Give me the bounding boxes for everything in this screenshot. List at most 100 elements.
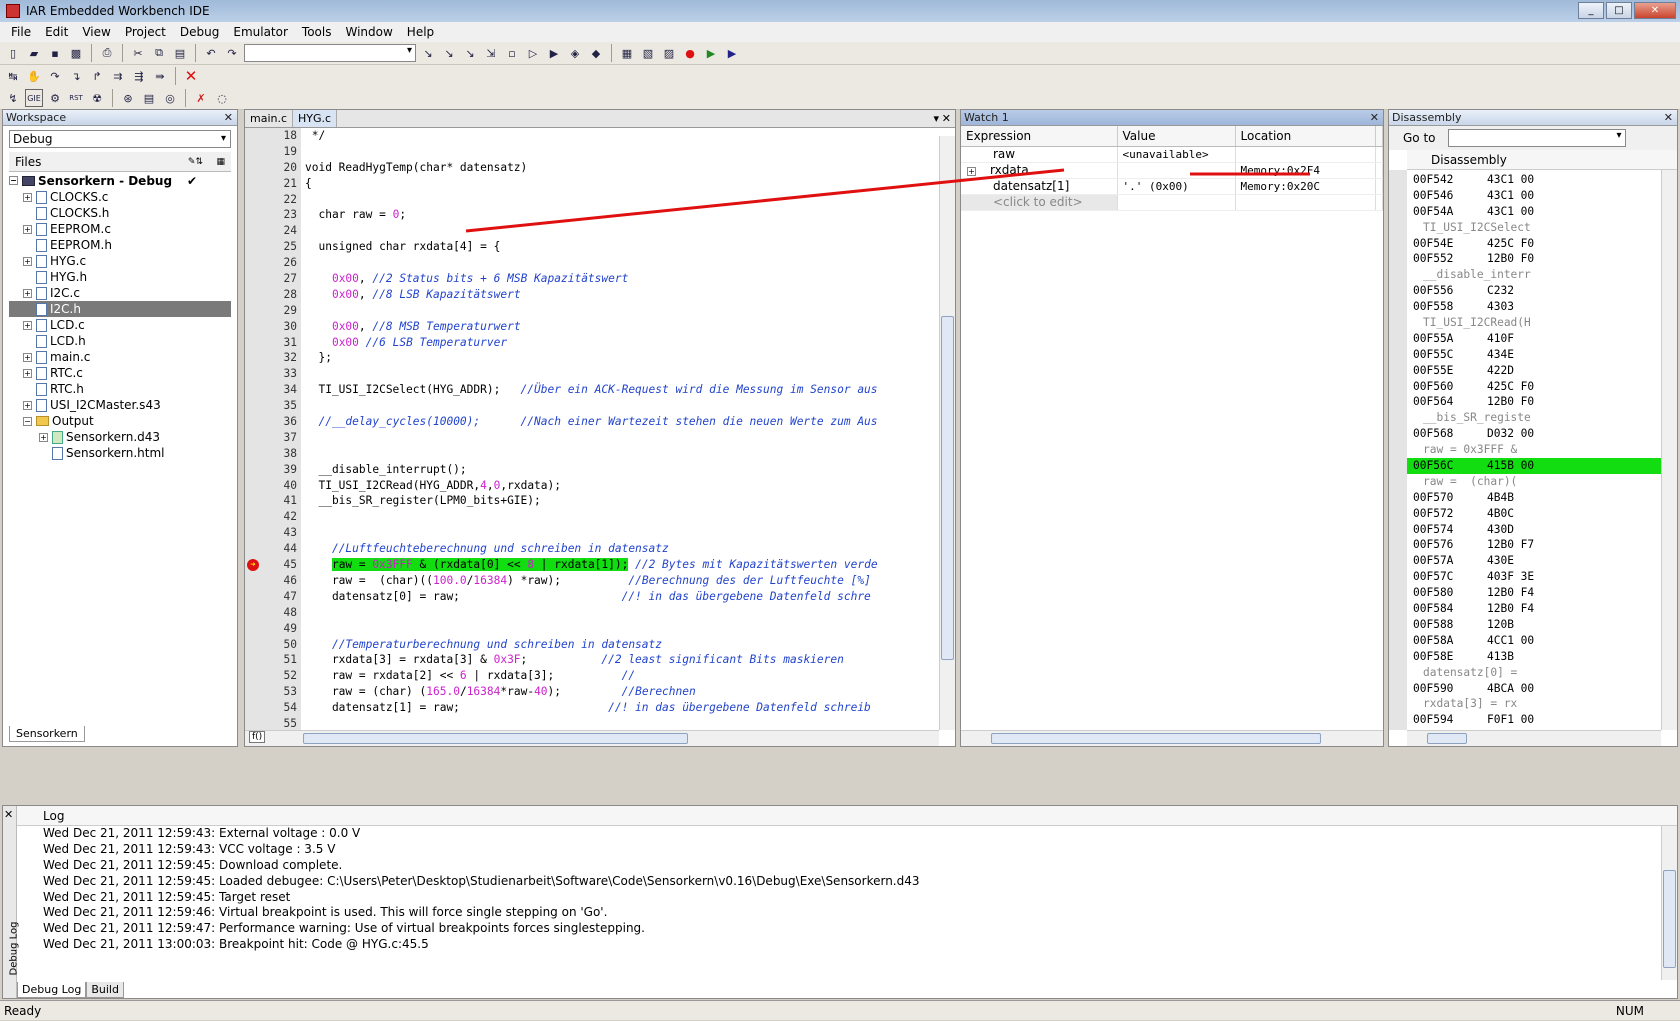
breakpoint-arrow-icon[interactable]: ➔ bbox=[247, 559, 259, 572]
menu-view[interactable]: View bbox=[82, 25, 110, 39]
disassembly-row[interactable]: 00F542 43C1 00 bbox=[1407, 172, 1661, 188]
copy-icon[interactable]: ⧉ bbox=[150, 44, 168, 62]
code-line[interactable]: 53 raw = (char) (165.0/16384*raw-40); //… bbox=[245, 684, 939, 701]
close-icon[interactable]: ✕ bbox=[942, 112, 951, 125]
file-item[interactable]: EEPROM.h bbox=[9, 237, 231, 253]
disassembly-row[interactable]: 00F55C 434E bbox=[1407, 347, 1661, 363]
chevron-down-icon[interactable]: ▾ bbox=[1616, 130, 1621, 141]
find-next-icon[interactable]: ↘ bbox=[440, 44, 458, 62]
code-line[interactable]: 44 //Luftfeuchteberechnung und schreiben… bbox=[245, 541, 939, 558]
find-combobox[interactable] bbox=[244, 44, 416, 62]
file-item[interactable]: LCD.h bbox=[9, 333, 231, 349]
bookmark-icon[interactable]: ▷ bbox=[524, 44, 542, 62]
code-line[interactable]: 21 { bbox=[245, 175, 939, 192]
code-line[interactable]: 32 }; bbox=[245, 350, 939, 367]
disassembly-row[interactable]: rxdata[3] = rx bbox=[1407, 696, 1661, 712]
stop-debugging-icon[interactable]: ✕ bbox=[182, 67, 200, 85]
menu-debug[interactable]: Debug bbox=[180, 25, 219, 39]
disassembly-row[interactable]: datensatz[0] = bbox=[1407, 665, 1661, 681]
cut-icon[interactable]: ✂ bbox=[129, 44, 147, 62]
col-location[interactable]: Location bbox=[1235, 126, 1376, 147]
disassembly-row[interactable]: 00F574 430D bbox=[1407, 522, 1661, 538]
watch-expr[interactable]: datensatz[1] bbox=[961, 178, 1118, 195]
watch-row-rxdata[interactable]: + rxdata Memory:0x2F4 bbox=[961, 162, 1383, 179]
breakpoint-icon[interactable]: ● bbox=[681, 44, 699, 62]
tab-hyg-c[interactable]: HYG.c bbox=[293, 110, 338, 127]
watch-expr[interactable]: rxdata bbox=[990, 163, 1029, 177]
paste-icon[interactable]: ▤ bbox=[171, 44, 189, 62]
run-to-cursor-icon[interactable]: ⇶ bbox=[130, 67, 148, 85]
disassembly-row[interactable]: TI_USI_I2CRead(H bbox=[1407, 315, 1661, 331]
break-icon[interactable]: ✋ bbox=[25, 67, 43, 85]
disassembly-row[interactable]: 00F580 12B0 F4 bbox=[1407, 585, 1661, 601]
options-icon[interactable]: ▦ bbox=[216, 152, 225, 172]
code-line[interactable]: 26 bbox=[245, 255, 939, 272]
file-item[interactable]: + EEPROM.c bbox=[9, 221, 231, 237]
clear-icon[interactable]: ✗ bbox=[192, 89, 210, 107]
disassembly-row[interactable]: 00F588 120B bbox=[1407, 617, 1661, 633]
expand-icon[interactable]: + bbox=[23, 368, 32, 378]
tab-debug-log[interactable]: Debug Log bbox=[17, 982, 87, 998]
tab-build[interactable]: Build bbox=[86, 982, 124, 998]
expand-icon[interactable]: + bbox=[23, 400, 32, 410]
code-line[interactable]: 45 ➔ raw = 0x3FFF & (rxdata[0] << 8 | rxd… bbox=[245, 557, 939, 573]
file-item[interactable]: HYG.h bbox=[9, 269, 231, 285]
code-line[interactable]: 42 bbox=[245, 509, 939, 526]
watch-row-raw[interactable]: raw <unavailable> bbox=[961, 146, 1383, 163]
code-line[interactable]: 24 bbox=[245, 223, 939, 240]
disassembly-row[interactable]: __disable_interr bbox=[1407, 267, 1661, 283]
menu-help[interactable]: Help bbox=[407, 25, 434, 39]
disassembly-row[interactable]: 00F572 4B0C bbox=[1407, 506, 1661, 522]
watch-value[interactable]: '.' (0x00) bbox=[1117, 178, 1236, 195]
file-item[interactable]: + CLOCKS.c bbox=[9, 189, 231, 205]
disassembly-row[interactable]: 00F584 12B0 F4 bbox=[1407, 601, 1661, 617]
maximize-button[interactable]: □ bbox=[1606, 2, 1632, 19]
expand-icon[interactable]: + bbox=[23, 256, 32, 266]
code-line[interactable]: 40 TI_USI_I2CRead(HYG_ADDR,4,0,rxdata); bbox=[245, 477, 939, 494]
debug-nodownload-icon[interactable]: ▶ bbox=[723, 44, 741, 62]
col-expression[interactable]: Expression bbox=[961, 126, 1118, 147]
disassembly-row[interactable]: __bis_SR_registe bbox=[1407, 410, 1661, 426]
goto-input[interactable]: ▾ bbox=[1447, 129, 1626, 147]
disassembly-hscrollbar[interactable] bbox=[1407, 730, 1661, 746]
goto-icon[interactable]: ▫ bbox=[503, 44, 521, 62]
code-line[interactable]: 41 __bis_SR_register(LPM0_bits+GIE); bbox=[245, 493, 939, 510]
code-area[interactable]: 18 */19 20 void ReadHygTemp(char* datensat… bbox=[245, 128, 939, 730]
code-line[interactable]: 20 void ReadHygTemp(char* datensatz) bbox=[245, 159, 939, 176]
close-icon[interactable]: ✕ bbox=[1664, 110, 1673, 126]
disassembly-row[interactable]: 00F564 12B0 F0 bbox=[1407, 394, 1661, 410]
disassembly-row[interactable]: 00F556 C232 bbox=[1407, 283, 1661, 299]
expand-icon[interactable]: + bbox=[39, 432, 48, 442]
disassembly-row[interactable]: 00F552 12B0 F0 bbox=[1407, 251, 1661, 267]
new-file-icon[interactable]: ▯ bbox=[4, 44, 22, 62]
editor-hscrollbar[interactable]: f() bbox=[245, 730, 939, 746]
file-item[interactable]: + RTC.c bbox=[9, 365, 231, 381]
debug-icon[interactable]: ▶ bbox=[702, 44, 720, 62]
step-into-icon[interactable]: ↴ bbox=[67, 67, 85, 85]
file-item[interactable]: CLOCKS.h bbox=[9, 205, 231, 221]
expand-icon[interactable]: + bbox=[967, 167, 976, 176]
menu-file[interactable]: File bbox=[11, 25, 31, 39]
gie-icon[interactable]: GIE bbox=[25, 89, 43, 107]
disassembly-row[interactable]: 00F594 F0F1 00 bbox=[1407, 712, 1661, 728]
code-line[interactable]: 35 bbox=[245, 398, 939, 415]
code-line[interactable]: 51 rxdata[3] = rxdata[3] & 0x3F; //2 lea… bbox=[245, 652, 939, 669]
code-line[interactable]: 22 bbox=[245, 191, 939, 208]
collapse-icon[interactable]: − bbox=[23, 416, 32, 426]
stop-build-icon[interactable]: ▦ bbox=[618, 44, 636, 62]
code-line[interactable]: 19 bbox=[245, 143, 939, 160]
code-line[interactable]: 23 char raw = 0; bbox=[245, 207, 939, 224]
scroll-thumb[interactable] bbox=[1663, 870, 1676, 968]
close-button[interactable]: ✕ bbox=[1634, 2, 1676, 19]
code-line[interactable]: 52 raw = rxdata[2] << 6 | rxdata[3]; // bbox=[245, 668, 939, 685]
disassembly-row[interactable]: raw = (char)( bbox=[1407, 474, 1661, 490]
watch-value[interactable]: <unavailable> bbox=[1117, 146, 1236, 163]
code-line[interactable]: 38 bbox=[245, 445, 939, 462]
release-jtag-icon[interactable]: ⚙ bbox=[46, 89, 64, 107]
toggle-breakpoint-icon[interactable]: ▧ bbox=[639, 44, 657, 62]
debug-settings-icon[interactable]: ▨ bbox=[660, 44, 678, 62]
watch-row-new[interactable]: <click to edit> bbox=[961, 194, 1383, 211]
menu-emulator[interactable]: Emulator bbox=[233, 25, 288, 39]
watch-row-datensatz[interactable]: datensatz[1] '.' (0x00) Memory:0x20C bbox=[961, 178, 1383, 195]
menu-project[interactable]: Project bbox=[125, 25, 166, 39]
